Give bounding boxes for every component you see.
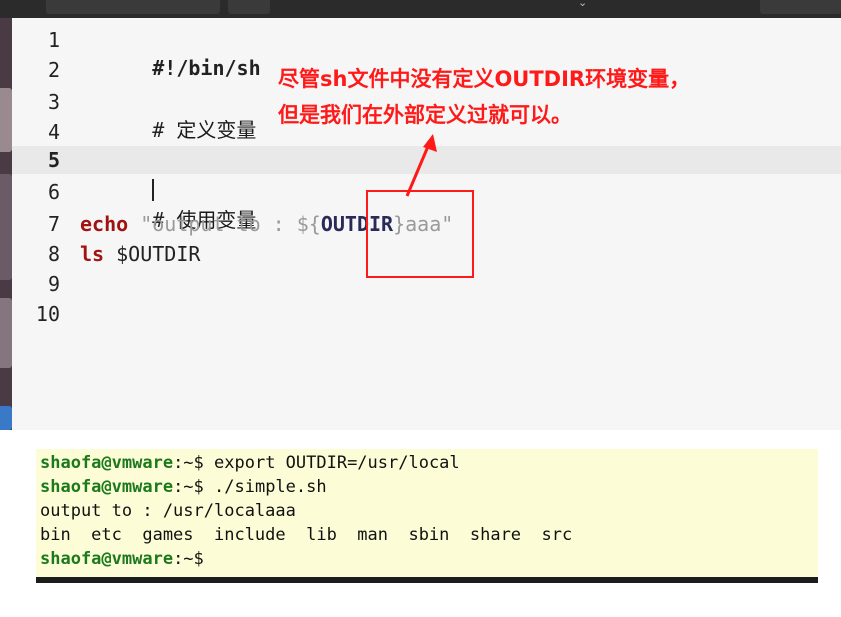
- dock-app-icon[interactable]: [0, 88, 12, 152]
- line-number: 6: [47, 180, 60, 204]
- annotation-text-line1: 尽管sh文件中没有定义OUTDIR环境变量，: [278, 67, 691, 91]
- line-number-gutter: 1 2 3 4 5 6 7 8 9 10: [12, 18, 72, 430]
- top-button[interactable]: [228, 0, 270, 14]
- terminal-output[interactable]: shaofa@vmware:~$ export OUTDIR=/usr/loca…: [36, 449, 818, 577]
- terminal-line: output to : /usr/localaaa: [40, 501, 296, 521]
- line-number-current: 5: [47, 148, 60, 172]
- line-number: 4: [47, 120, 60, 144]
- line-number: 3: [47, 90, 60, 114]
- code-line-comment: # 定义变量: [152, 118, 257, 142]
- dock-app-icon[interactable]: [0, 174, 12, 280]
- terminal-line: shaofa@vmware:~$ export OUTDIR=/usr/loca…: [40, 453, 460, 473]
- terminal-bottom-border: [36, 577, 818, 583]
- code-line-ls: ls $OUTDIR: [80, 242, 201, 266]
- code-line-current: [80, 146, 155, 201]
- top-tab-left[interactable]: [46, 0, 220, 14]
- line-number: 8: [47, 242, 60, 266]
- dock-app-icon[interactable]: [0, 298, 12, 368]
- window-top-bar: ⌄: [0, 0, 841, 18]
- annotation-text-line2: 但是我们在外部定义过就可以。: [278, 103, 572, 127]
- launcher-dock: [0, 18, 12, 430]
- line-number: 2: [47, 58, 60, 82]
- line-number: 7: [47, 212, 60, 236]
- dock-app-icon[interactable]: [0, 406, 12, 430]
- code-line-comment: # 使用变量: [152, 208, 257, 232]
- line-number: 1: [47, 28, 60, 52]
- top-tab-right[interactable]: [760, 0, 841, 14]
- line-number: 9: [47, 272, 60, 296]
- highlight-box: [366, 190, 474, 278]
- terminal-prompt: shaofa@vmware:~$: [40, 549, 204, 569]
- terminal-line: shaofa@vmware:~$ ./simple.sh: [40, 477, 327, 497]
- line-number: 10: [35, 302, 60, 326]
- terminal-line: bin etc games include lib man sbin share…: [40, 525, 573, 545]
- dropdown-icon[interactable]: ⌄: [578, 0, 587, 9]
- code-line-shebang: #!/bin/sh: [152, 56, 261, 80]
